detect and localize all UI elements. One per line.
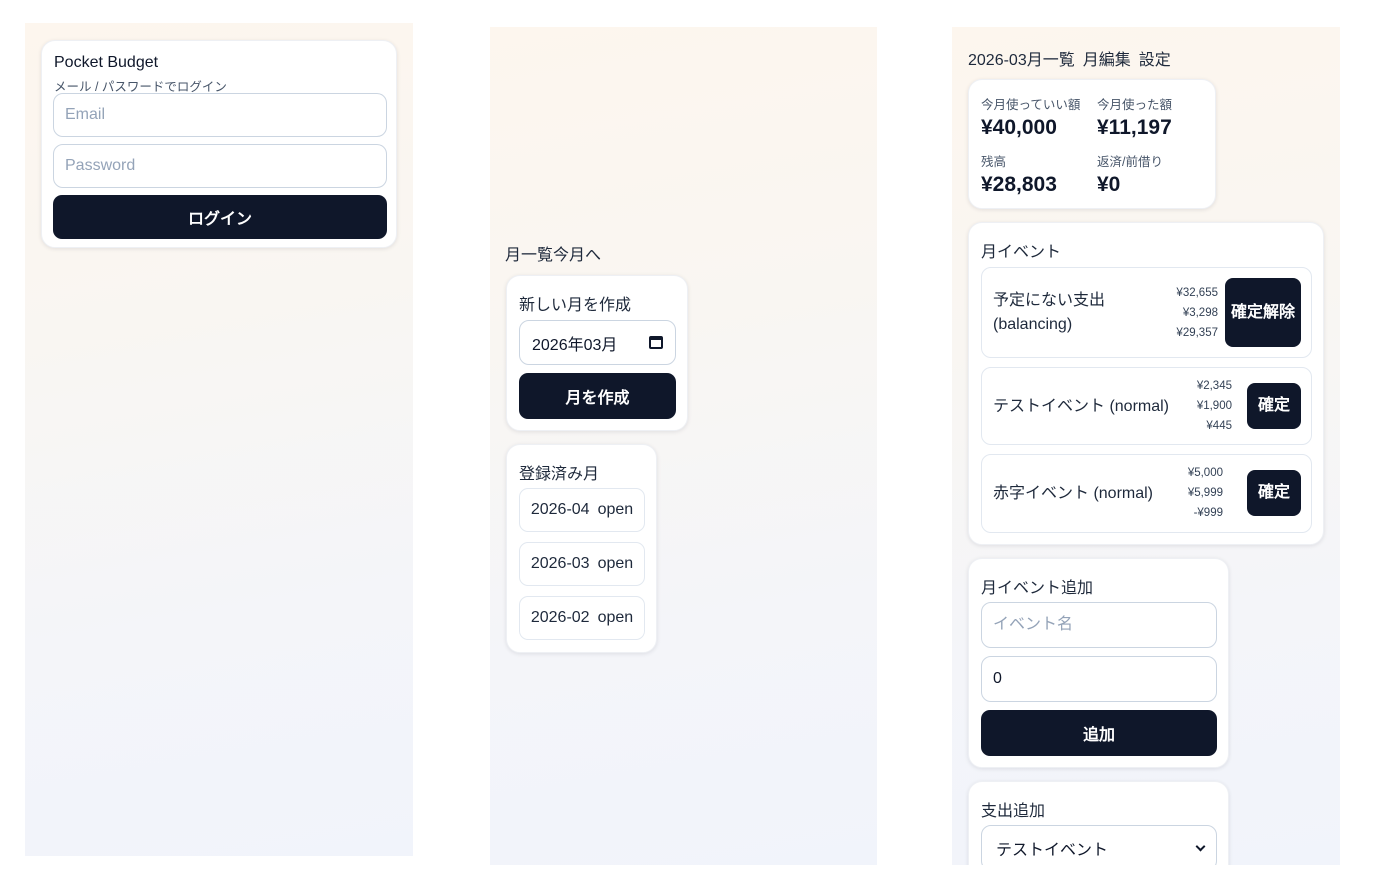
balance-stat: 残高 ¥28,803 bbox=[981, 151, 1057, 197]
event-name: 予定にない支出 (balancing) bbox=[993, 292, 1106, 333]
event-planned-amount: ¥5,000 bbox=[1187, 467, 1223, 479]
event-spent-amount: ¥3,298 bbox=[1182, 307, 1218, 319]
event-amounts: ¥5,000 ¥5,999 -¥999 bbox=[1188, 463, 1223, 523]
confirm-button[interactable]: 確定 bbox=[1247, 470, 1301, 516]
month-list-screen: 月一覧今月へ 新しい月を作成 2026年03月 月を作成 登録済み月 2026-… bbox=[490, 27, 877, 865]
nav-month-list-link[interactable]: 2026-03月一覧 bbox=[968, 46, 1075, 70]
month-item-status: open bbox=[597, 501, 634, 518]
month-item-label: 2026-03 bbox=[530, 555, 590, 572]
repay-value: ¥0 bbox=[1097, 173, 1121, 196]
month-picker-value: 2026年03月 bbox=[532, 336, 618, 354]
budget-label: 今月使っていい額 bbox=[981, 98, 1081, 112]
month-list-nav[interactable]: 月一覧今月へ bbox=[505, 241, 601, 265]
login-screen: Pocket Budget メール / パスワードでログイン ログイン bbox=[25, 23, 413, 856]
email-field[interactable] bbox=[53, 93, 387, 137]
create-month-title: 新しい月を作成 bbox=[519, 297, 632, 314]
event-name: 赤字イベント (normal) bbox=[993, 485, 1154, 502]
month-item-label: 2026-02 bbox=[530, 609, 590, 626]
repay-label: 返済/前借り bbox=[1097, 155, 1163, 169]
balance-value: ¥28,803 bbox=[981, 173, 1057, 196]
registered-months-title: 登録済み月 bbox=[519, 466, 600, 483]
confirm-button[interactable]: 確定 bbox=[1247, 383, 1301, 429]
event-amounts: ¥2,345 ¥1,900 ¥445 bbox=[1197, 376, 1232, 436]
event-spent-amount: ¥1,900 bbox=[1196, 400, 1232, 412]
month-events-card: 月イベント 予定にない支出 (balancing) ¥32,655 ¥3,298… bbox=[968, 222, 1324, 545]
password-field[interactable] bbox=[53, 144, 387, 188]
nav-settings-link[interactable]: 設定 bbox=[1139, 46, 1171, 70]
event-amounts: ¥32,655 ¥3,298 ¥29,357 bbox=[1176, 283, 1218, 343]
add-expense-title: 支出追加 bbox=[981, 803, 1046, 820]
event-remaining-amount: -¥999 bbox=[1193, 507, 1223, 519]
event-item: テストイベント (normal) ¥2,345 ¥1,900 ¥445 確定 bbox=[981, 367, 1312, 445]
add-expense-card: 支出追加 テストイベント bbox=[968, 781, 1229, 865]
event-item: 予定にない支出 (balancing) ¥32,655 ¥3,298 ¥29,3… bbox=[981, 267, 1312, 358]
event-remaining-amount: ¥29,357 bbox=[1176, 327, 1218, 339]
month-dashboard-screen: 2026-03月一覧 月編集 設定 今月使っていい額 ¥40,000 今月使った… bbox=[952, 27, 1340, 865]
month-events-title: 月イベント bbox=[981, 244, 1062, 261]
create-month-card: 新しい月を作成 2026年03月 月を作成 bbox=[506, 275, 688, 431]
balance-label: 残高 bbox=[981, 155, 1007, 169]
registered-months-card: 登録済み月 2026-04 open 2026-03 open 2026-02 … bbox=[506, 444, 657, 653]
budget-stat: 今月使っていい額 ¥40,000 bbox=[981, 94, 1080, 140]
spent-value: ¥11,197 bbox=[1097, 116, 1172, 139]
event-spent-amount: ¥5,999 bbox=[1187, 487, 1223, 499]
add-event-title: 月イベント追加 bbox=[981, 580, 1094, 597]
event-amount-field[interactable] bbox=[981, 656, 1217, 702]
calendar-icon[interactable] bbox=[649, 336, 663, 349]
event-select[interactable]: テストイベント bbox=[981, 825, 1217, 865]
login-card: Pocket Budget メール / パスワードでログイン ログイン bbox=[41, 40, 397, 248]
add-event-card: 月イベント追加 追加 bbox=[968, 558, 1229, 768]
dashboard-nav: 2026-03月一覧 月編集 設定 bbox=[968, 46, 1171, 70]
create-month-button[interactable]: 月を作成 bbox=[519, 373, 676, 419]
spent-stat: 今月使った額 ¥11,197 bbox=[1097, 94, 1172, 140]
event-planned-amount: ¥2,345 bbox=[1196, 380, 1232, 392]
app-title: Pocket Budget bbox=[54, 54, 159, 71]
event-name-field[interactable] bbox=[981, 602, 1217, 648]
month-item[interactable]: 2026-02 open bbox=[519, 596, 645, 640]
login-button[interactable]: ログイン bbox=[53, 195, 387, 239]
spent-label: 今月使った額 bbox=[1097, 98, 1173, 112]
month-item-label: 2026-04 bbox=[530, 501, 590, 518]
add-event-button[interactable]: 追加 bbox=[981, 710, 1217, 756]
event-select-value: テストイベント bbox=[996, 842, 1109, 859]
month-picker[interactable]: 2026年03月 bbox=[519, 320, 676, 365]
chevron-down-icon bbox=[1195, 841, 1206, 851]
unconfirm-button[interactable]: 確定解除 bbox=[1225, 278, 1301, 347]
month-item-status: open bbox=[597, 555, 634, 572]
event-name: テストイベント (normal) bbox=[993, 398, 1170, 415]
event-item: 赤字イベント (normal) ¥5,000 ¥5,999 -¥999 確定 bbox=[981, 454, 1312, 533]
repay-stat: 返済/前借り ¥0 bbox=[1097, 151, 1163, 197]
event-remaining-amount: ¥445 bbox=[1206, 420, 1232, 432]
event-planned-amount: ¥32,655 bbox=[1176, 287, 1218, 299]
month-item-status: open bbox=[597, 609, 634, 626]
budget-value: ¥40,000 bbox=[981, 116, 1057, 139]
summary-card: 今月使っていい額 ¥40,000 今月使った額 ¥11,197 残高 ¥28,8… bbox=[968, 79, 1216, 209]
nav-month-edit-link[interactable]: 月編集 bbox=[1083, 46, 1131, 70]
month-item[interactable]: 2026-04 open bbox=[519, 488, 645, 532]
month-item[interactable]: 2026-03 open bbox=[519, 542, 645, 586]
